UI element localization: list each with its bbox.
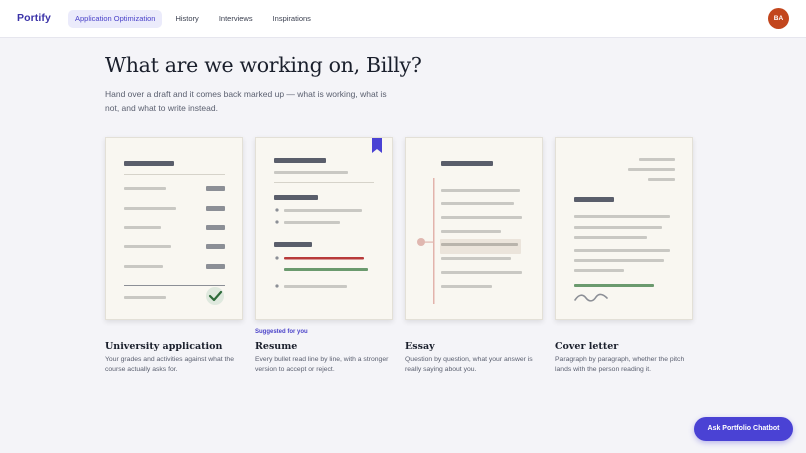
card-university-application[interactable] xyxy=(105,137,243,320)
card-title-cover-letter[interactable]: Cover letter xyxy=(555,341,618,352)
ask-chatbot-button[interactable]: Ask Portfolio Chatbot xyxy=(694,417,793,441)
card-description-university-application: Your grades and activities against what … xyxy=(105,356,234,373)
resume-bookmark-icon xyxy=(274,138,382,288)
nav-item-interviews[interactable]: Interviews xyxy=(212,10,260,28)
card-description-essay: Question by question, what your answer i… xyxy=(405,356,533,373)
page-subtitle: Hand over a draft and it comes back mark… xyxy=(105,89,387,113)
card-cover-letter[interactable] xyxy=(555,137,693,320)
card-essay[interactable] xyxy=(405,137,543,320)
nav-item-history[interactable]: History xyxy=(168,10,205,28)
essay-timeline-icon xyxy=(417,161,522,304)
page-title: What are we working on, Billy? xyxy=(105,53,422,77)
nav-item-application-optimization[interactable]: Application Optimization xyxy=(68,10,163,28)
card-title-resume[interactable]: Resume xyxy=(255,341,297,352)
card-description-cover-letter: Paragraph by paragraph, whether the pitc… xyxy=(555,356,685,373)
app-logo[interactable]: Portify xyxy=(17,12,51,24)
letter-signature-icon xyxy=(574,158,675,302)
card-title-essay[interactable]: Essay xyxy=(405,341,435,352)
card-title-university-application[interactable]: University application xyxy=(105,341,222,352)
user-avatar[interactable]: BA xyxy=(768,8,789,29)
main-nav: Application Optimization History Intervi… xyxy=(68,10,324,28)
card-resume[interactable] xyxy=(255,137,393,320)
top-navigation-bar: Portify Application Optimization History… xyxy=(0,0,806,38)
document-checklist-icon xyxy=(124,161,225,305)
suggested-badge: Suggested for you xyxy=(255,329,308,335)
nav-item-inspirations[interactable]: Inspirations xyxy=(266,10,318,28)
card-description-resume: Every bullet read line by line, with a s… xyxy=(255,356,389,373)
